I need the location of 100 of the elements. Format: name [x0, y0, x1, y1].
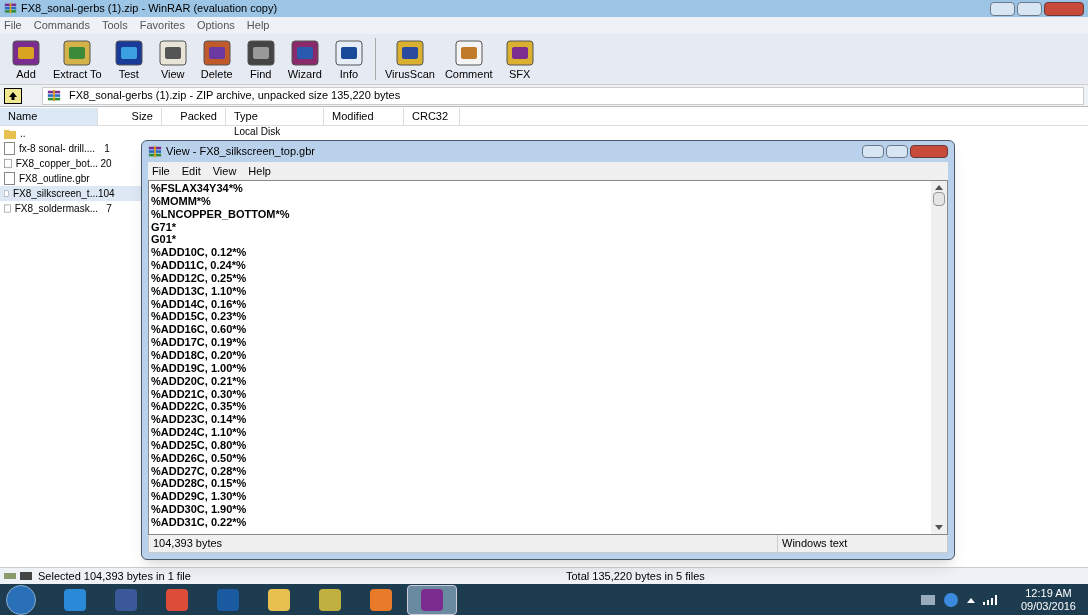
minimize-button[interactable]: [862, 145, 884, 158]
text-line: %ADD27C, 0.28*%: [151, 464, 247, 478]
drive-icon: [4, 571, 34, 581]
text-line: %ADD30C, 1.90*%: [151, 503, 247, 516]
text-line: %ADD18C, 0.20*%: [151, 348, 247, 362]
file-type: Local Disk: [234, 127, 281, 137]
app-icon: [421, 588, 443, 611]
menu-item[interactable]: Edit: [181, 162, 201, 180]
file-size: 1: [104, 143, 110, 154]
menu-item[interactable]: Help: [246, 17, 270, 34]
menu-item[interactable]: File: [4, 17, 22, 34]
window-title: FX8_sonal-gerbs (1).zip - WinRAR (evaluation copy): [21, 1, 278, 17]
toolbar-button[interactable]: Find: [238, 38, 283, 80]
close-button[interactable]: [910, 145, 948, 158]
maximize-button[interactable]: [1017, 1, 1042, 16]
file-name: FX8_soldermask...: [14, 202, 98, 216]
app-icon: [217, 588, 239, 611]
text-line: %ADD20C, 0.21*%: [151, 374, 247, 388]
app-icon: [115, 588, 137, 611]
menu-item[interactable]: Commands: [33, 17, 90, 34]
scroll-down-icon: [935, 525, 943, 530]
file-name: ..: [20, 127, 26, 141]
text-line: %ADD14C, 0.16*%: [151, 297, 247, 311]
toolbar-button[interactable]: Info: [326, 38, 371, 80]
app-icon: [166, 588, 188, 611]
taskbar-app[interactable]: [407, 584, 457, 615]
file-size: 20: [100, 158, 112, 169]
toolbar-button[interactable]: VirusScan: [379, 38, 440, 80]
toolbar-button[interactable]: Extract To: [48, 38, 107, 80]
text-line: %ADD24C, 1.10*%: [151, 426, 247, 439]
file-name: fx-8 sonal- drill....: [19, 142, 96, 156]
menu-item[interactable]: Help: [248, 162, 271, 180]
column-header[interactable]: Type: [226, 108, 324, 125]
app-icon: [4, 2, 17, 15]
app-icon: [370, 588, 392, 611]
status-text: 104,393 bytes: [152, 536, 224, 552]
archive-icon: [47, 88, 61, 103]
menu-item[interactable]: File: [152, 162, 170, 180]
scroll-thumb[interactable]: [933, 192, 945, 206]
text-line: %MOMM*%: [151, 194, 211, 208]
text-line: %ADD16C, 0.60*%: [151, 323, 247, 337]
text-line: %ADD17C, 0.19*%: [151, 336, 247, 349]
close-button[interactable]: [1044, 1, 1084, 16]
maximize-button[interactable]: [886, 145, 908, 158]
column-header[interactable]: Packed: [162, 108, 226, 125]
column-header[interactable]: Name: [0, 108, 98, 125]
minimize-button[interactable]: [990, 1, 1015, 16]
text-line: %ADD26C, 0.50*%: [151, 451, 247, 465]
text-line: %FSLAX34Y34*%: [151, 182, 243, 195]
menu-item[interactable]: Options: [196, 17, 235, 34]
app-icon: [268, 588, 290, 611]
file-name: FX8_copper_bot...: [15, 157, 98, 171]
address-field[interactable]: FX8_sonal-gerbs (1).zip - ZIP archive, unpacked size 135,220 bytes: [42, 86, 1084, 105]
status-text: Windows text: [777, 535, 848, 552]
status-text: Selected 104,393 bytes in 1 file: [38, 568, 192, 584]
file-row[interactable]: FX8_outline.gbr: [0, 171, 141, 186]
toolbar-button[interactable]: View: [150, 38, 195, 80]
toolbar-button[interactable]: Delete: [194, 38, 239, 80]
menu-item[interactable]: Tools: [102, 17, 128, 34]
menu-item[interactable]: View: [212, 162, 237, 180]
window-title: View - FX8_silkscreen_top.gbr: [166, 144, 315, 160]
document-icon: [4, 187, 9, 200]
toolbar-button[interactable]: Add: [4, 38, 48, 80]
text-line: %ADD10C, 0.12*%: [151, 246, 247, 260]
toolbar-button[interactable]: Test: [106, 38, 151, 80]
file-size: 7: [106, 203, 112, 214]
toolbar-button[interactable]: SFX: [497, 38, 542, 80]
up-button[interactable]: [4, 87, 22, 104]
start-button[interactable]: [6, 584, 36, 615]
text-line: %ADD29C, 1.30*%: [151, 490, 247, 504]
file-row[interactable]: fx-8 sonal- drill.... 1: [0, 141, 141, 156]
text-line: %ADD25C, 0.80*%: [151, 438, 247, 452]
signal-icon: [982, 594, 997, 605]
toolbar-button[interactable]: Comment: [439, 38, 498, 80]
toolbar-button[interactable]: Wizard: [282, 38, 327, 80]
menu-item[interactable]: Favorites: [139, 17, 185, 34]
text-line: G71*: [151, 220, 177, 234]
text-line: %ADD28C, 0.15*%: [151, 477, 247, 491]
clock-date: 09/03/2016: [1020, 599, 1076, 613]
scroll-up-icon: [935, 185, 943, 190]
file-row[interactable]: FX8_silkscreen_t...104: [0, 186, 141, 201]
text-line: %ADD21C, 0.30*%: [151, 387, 247, 401]
text-line: %ADD15C, 0.23*%: [151, 310, 247, 324]
column-header[interactable]: CRC32: [404, 108, 460, 125]
text-line: G01*: [151, 233, 177, 247]
column-header[interactable]: Modified: [324, 108, 404, 125]
status-text: Total 135,220 bytes in 5 files: [566, 568, 705, 584]
file-row[interactable]: FX8_copper_bot... 20: [0, 156, 141, 171]
file-row[interactable]: FX8_soldermask... 7: [0, 201, 141, 216]
app-icon: [64, 588, 86, 611]
document-icon: [4, 172, 15, 185]
file-row[interactable]: .. Local Disk: [0, 126, 300, 141]
column-header[interactable]: Size: [98, 108, 162, 125]
document-icon: [4, 202, 11, 215]
scrollbar[interactable]: [931, 181, 947, 534]
app-icon: [148, 144, 162, 159]
text-line: %ADD19C, 1.00*%: [151, 361, 247, 375]
document-icon: [4, 142, 15, 155]
file-size: 104: [98, 188, 115, 199]
clock-time: 12:19 AM: [1025, 586, 1072, 600]
